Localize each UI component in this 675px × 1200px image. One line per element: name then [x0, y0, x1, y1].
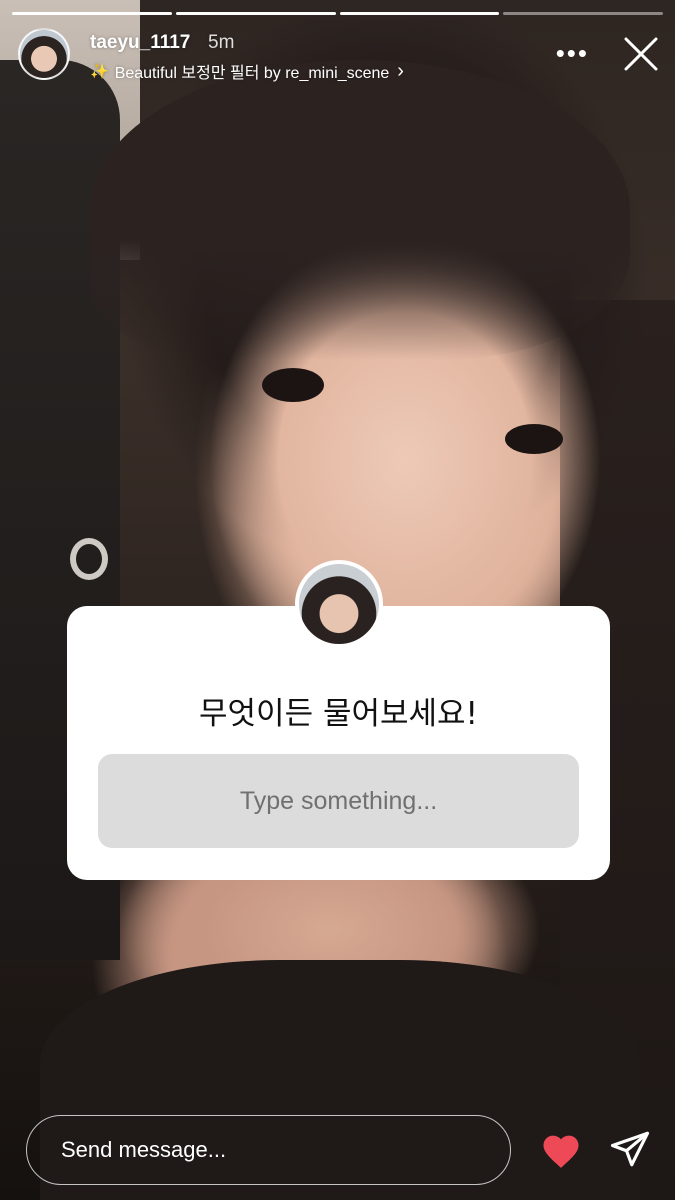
progress-fill — [12, 12, 172, 15]
send-icon[interactable] — [608, 1128, 652, 1170]
avatar[interactable] — [18, 28, 70, 80]
sticker-answer-input[interactable]: Type something... — [98, 754, 579, 848]
send-message-input[interactable]: Send message... — [26, 1115, 511, 1185]
progress-fill — [175, 12, 336, 15]
progress-segment — [12, 12, 172, 15]
heart-icon[interactable] — [540, 1130, 582, 1170]
right-eye — [505, 424, 563, 454]
filter-label: Beautiful 보정만 필터 by re_mini_scene — [114, 65, 390, 82]
story-progress-bars — [12, 12, 663, 15]
chevron-right-icon: › — [397, 60, 404, 82]
story-header: taeyu_1117 5m ✨ Beautiful 보정만 필터 by re_m… — [18, 28, 661, 84]
username[interactable]: taeyu_1117 — [90, 32, 190, 54]
progress-segment — [175, 12, 336, 15]
story-viewer[interactable]: taeyu_1117 5m ✨ Beautiful 보정만 필터 by re_m… — [0, 0, 675, 1200]
progress-segment — [339, 12, 500, 15]
sparkle-icon: ✨ — [90, 63, 109, 80]
close-icon[interactable] — [621, 34, 661, 74]
sticker-question: 무엇이든 물어보세요! — [199, 696, 478, 732]
filter-attribution[interactable]: ✨ Beautiful 보정만 필터 by re_mini_scene › — [90, 59, 404, 83]
progress-segment — [503, 12, 663, 15]
timestamp: 5m — [208, 32, 235, 53]
more-icon[interactable]: ••• — [556, 40, 589, 66]
left-eye — [262, 368, 324, 402]
bangs — [90, 60, 630, 360]
sticker-avatar — [295, 560, 383, 648]
earring — [70, 538, 108, 580]
progress-fill — [339, 12, 500, 15]
